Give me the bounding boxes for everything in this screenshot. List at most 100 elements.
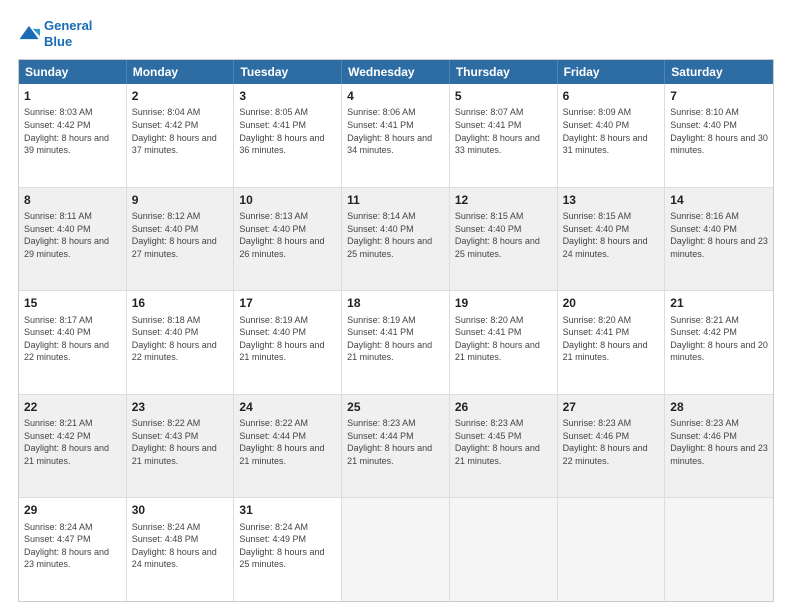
day-number: 12 — [455, 192, 552, 208]
day-number: 3 — [239, 88, 336, 104]
day-number: 11 — [347, 192, 444, 208]
cell-info: Sunrise: 8:23 AM Sunset: 4:46 PM Dayligh… — [670, 417, 768, 467]
calendar-cell: 12 Sunrise: 8:15 AM Sunset: 4:40 PM Dayl… — [450, 188, 558, 291]
day-number: 13 — [563, 192, 660, 208]
calendar-cell: 27 Sunrise: 8:23 AM Sunset: 4:46 PM Dayl… — [558, 395, 666, 498]
cell-info: Sunrise: 8:07 AM Sunset: 4:41 PM Dayligh… — [455, 106, 552, 156]
logo: General Blue — [18, 18, 92, 49]
calendar-cell: 26 Sunrise: 8:23 AM Sunset: 4:45 PM Dayl… — [450, 395, 558, 498]
day-number: 30 — [132, 502, 229, 518]
day-number: 1 — [24, 88, 121, 104]
day-header-tuesday: Tuesday — [234, 60, 342, 84]
day-number: 7 — [670, 88, 768, 104]
cell-info: Sunrise: 8:15 AM Sunset: 4:40 PM Dayligh… — [455, 210, 552, 260]
day-number: 10 — [239, 192, 336, 208]
header: General Blue — [18, 18, 774, 49]
calendar-cell-empty — [558, 498, 666, 601]
calendar-cell: 19 Sunrise: 8:20 AM Sunset: 4:41 PM Dayl… — [450, 291, 558, 394]
cell-info: Sunrise: 8:23 AM Sunset: 4:45 PM Dayligh… — [455, 417, 552, 467]
cell-info: Sunrise: 8:24 AM Sunset: 4:49 PM Dayligh… — [239, 521, 336, 571]
cell-info: Sunrise: 8:21 AM Sunset: 4:42 PM Dayligh… — [670, 314, 768, 364]
calendar-cell: 4 Sunrise: 8:06 AM Sunset: 4:41 PM Dayli… — [342, 84, 450, 187]
day-number: 28 — [670, 399, 768, 415]
cell-info: Sunrise: 8:17 AM Sunset: 4:40 PM Dayligh… — [24, 314, 121, 364]
page: General Blue SundayMondayTuesdayWednesda… — [0, 0, 792, 612]
calendar-cell: 6 Sunrise: 8:09 AM Sunset: 4:40 PM Dayli… — [558, 84, 666, 187]
calendar-row-1: 1 Sunrise: 8:03 AM Sunset: 4:42 PM Dayli… — [19, 84, 773, 187]
calendar-cell: 17 Sunrise: 8:19 AM Sunset: 4:40 PM Dayl… — [234, 291, 342, 394]
cell-info: Sunrise: 8:15 AM Sunset: 4:40 PM Dayligh… — [563, 210, 660, 260]
cell-info: Sunrise: 8:16 AM Sunset: 4:40 PM Dayligh… — [670, 210, 768, 260]
calendar-cell: 11 Sunrise: 8:14 AM Sunset: 4:40 PM Dayl… — [342, 188, 450, 291]
calendar-cell: 29 Sunrise: 8:24 AM Sunset: 4:47 PM Dayl… — [19, 498, 127, 601]
cell-info: Sunrise: 8:20 AM Sunset: 4:41 PM Dayligh… — [455, 314, 552, 364]
cell-info: Sunrise: 8:18 AM Sunset: 4:40 PM Dayligh… — [132, 314, 229, 364]
day-number: 21 — [670, 295, 768, 311]
day-number: 5 — [455, 88, 552, 104]
calendar-cell: 18 Sunrise: 8:19 AM Sunset: 4:41 PM Dayl… — [342, 291, 450, 394]
calendar-cell: 21 Sunrise: 8:21 AM Sunset: 4:42 PM Dayl… — [665, 291, 773, 394]
cell-info: Sunrise: 8:06 AM Sunset: 4:41 PM Dayligh… — [347, 106, 444, 156]
calendar-cell-empty — [450, 498, 558, 601]
day-number: 4 — [347, 88, 444, 104]
calendar-cell: 16 Sunrise: 8:18 AM Sunset: 4:40 PM Dayl… — [127, 291, 235, 394]
calendar-cell: 30 Sunrise: 8:24 AM Sunset: 4:48 PM Dayl… — [127, 498, 235, 601]
day-number: 2 — [132, 88, 229, 104]
day-header-wednesday: Wednesday — [342, 60, 450, 84]
cell-info: Sunrise: 8:19 AM Sunset: 4:40 PM Dayligh… — [239, 314, 336, 364]
calendar-cell: 10 Sunrise: 8:13 AM Sunset: 4:40 PM Dayl… — [234, 188, 342, 291]
calendar-header: SundayMondayTuesdayWednesdayThursdayFrid… — [19, 60, 773, 84]
calendar-cell: 31 Sunrise: 8:24 AM Sunset: 4:49 PM Dayl… — [234, 498, 342, 601]
cell-info: Sunrise: 8:09 AM Sunset: 4:40 PM Dayligh… — [563, 106, 660, 156]
day-number: 25 — [347, 399, 444, 415]
cell-info: Sunrise: 8:24 AM Sunset: 4:48 PM Dayligh… — [132, 521, 229, 571]
cell-info: Sunrise: 8:11 AM Sunset: 4:40 PM Dayligh… — [24, 210, 121, 260]
day-number: 22 — [24, 399, 121, 415]
calendar-row-3: 15 Sunrise: 8:17 AM Sunset: 4:40 PM Dayl… — [19, 290, 773, 394]
calendar-cell: 13 Sunrise: 8:15 AM Sunset: 4:40 PM Dayl… — [558, 188, 666, 291]
calendar-row-2: 8 Sunrise: 8:11 AM Sunset: 4:40 PM Dayli… — [19, 187, 773, 291]
day-number: 6 — [563, 88, 660, 104]
calendar-cell: 1 Sunrise: 8:03 AM Sunset: 4:42 PM Dayli… — [19, 84, 127, 187]
calendar-cell: 23 Sunrise: 8:22 AM Sunset: 4:43 PM Dayl… — [127, 395, 235, 498]
day-number: 18 — [347, 295, 444, 311]
cell-info: Sunrise: 8:13 AM Sunset: 4:40 PM Dayligh… — [239, 210, 336, 260]
calendar: SundayMondayTuesdayWednesdayThursdayFrid… — [18, 59, 774, 602]
cell-info: Sunrise: 8:12 AM Sunset: 4:40 PM Dayligh… — [132, 210, 229, 260]
calendar-row-5: 29 Sunrise: 8:24 AM Sunset: 4:47 PM Dayl… — [19, 497, 773, 601]
cell-info: Sunrise: 8:10 AM Sunset: 4:40 PM Dayligh… — [670, 106, 768, 156]
day-number: 24 — [239, 399, 336, 415]
day-number: 29 — [24, 502, 121, 518]
calendar-cell-empty — [342, 498, 450, 601]
cell-info: Sunrise: 8:21 AM Sunset: 4:42 PM Dayligh… — [24, 417, 121, 467]
calendar-cell: 9 Sunrise: 8:12 AM Sunset: 4:40 PM Dayli… — [127, 188, 235, 291]
calendar-cell-empty — [665, 498, 773, 601]
day-number: 19 — [455, 295, 552, 311]
day-header-friday: Friday — [558, 60, 666, 84]
logo-text: General Blue — [44, 18, 92, 49]
cell-info: Sunrise: 8:23 AM Sunset: 4:46 PM Dayligh… — [563, 417, 660, 467]
calendar-cell: 2 Sunrise: 8:04 AM Sunset: 4:42 PM Dayli… — [127, 84, 235, 187]
cell-info: Sunrise: 8:24 AM Sunset: 4:47 PM Dayligh… — [24, 521, 121, 571]
calendar-row-4: 22 Sunrise: 8:21 AM Sunset: 4:42 PM Dayl… — [19, 394, 773, 498]
day-number: 14 — [670, 192, 768, 208]
day-header-monday: Monday — [127, 60, 235, 84]
calendar-cell: 28 Sunrise: 8:23 AM Sunset: 4:46 PM Dayl… — [665, 395, 773, 498]
cell-info: Sunrise: 8:20 AM Sunset: 4:41 PM Dayligh… — [563, 314, 660, 364]
calendar-cell: 5 Sunrise: 8:07 AM Sunset: 4:41 PM Dayli… — [450, 84, 558, 187]
cell-info: Sunrise: 8:19 AM Sunset: 4:41 PM Dayligh… — [347, 314, 444, 364]
day-number: 23 — [132, 399, 229, 415]
calendar-cell: 3 Sunrise: 8:05 AM Sunset: 4:41 PM Dayli… — [234, 84, 342, 187]
calendar-cell: 8 Sunrise: 8:11 AM Sunset: 4:40 PM Dayli… — [19, 188, 127, 291]
calendar-cell: 24 Sunrise: 8:22 AM Sunset: 4:44 PM Dayl… — [234, 395, 342, 498]
day-number: 26 — [455, 399, 552, 415]
cell-info: Sunrise: 8:05 AM Sunset: 4:41 PM Dayligh… — [239, 106, 336, 156]
day-number: 20 — [563, 295, 660, 311]
calendar-cell: 14 Sunrise: 8:16 AM Sunset: 4:40 PM Dayl… — [665, 188, 773, 291]
day-number: 9 — [132, 192, 229, 208]
logo-icon — [18, 23, 40, 45]
day-number: 27 — [563, 399, 660, 415]
day-header-sunday: Sunday — [19, 60, 127, 84]
cell-info: Sunrise: 8:22 AM Sunset: 4:44 PM Dayligh… — [239, 417, 336, 467]
calendar-cell: 25 Sunrise: 8:23 AM Sunset: 4:44 PM Dayl… — [342, 395, 450, 498]
